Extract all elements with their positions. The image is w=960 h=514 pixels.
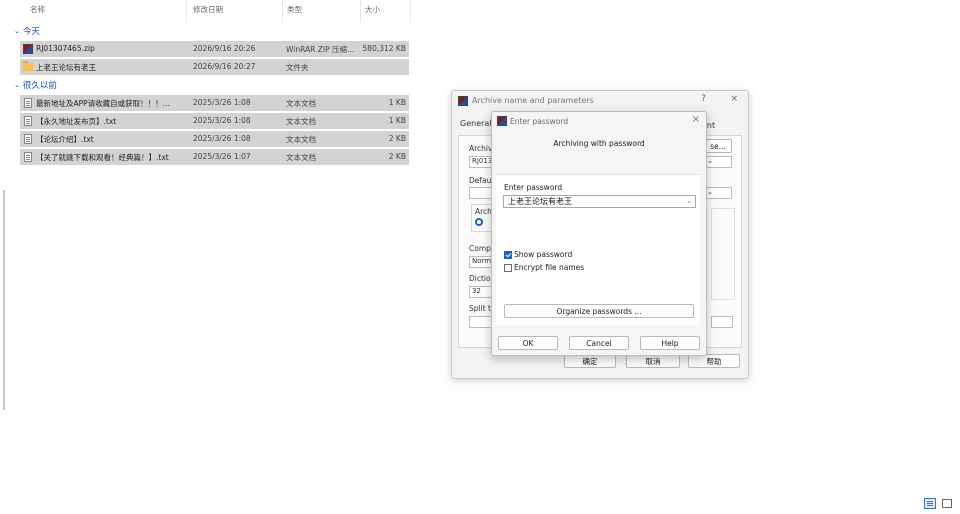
file-name: 最新地址及APP请收藏自或获取！！！... bbox=[36, 99, 170, 108]
tiles-view-icon[interactable] bbox=[942, 499, 952, 508]
winrar-app-icon bbox=[497, 116, 507, 126]
file-name: 上老王论坛有老王 bbox=[36, 63, 96, 72]
file-row-txt[interactable]: 最新地址及APP请收藏自或获取！！！... 2025/3/26 1:08 文本文… bbox=[20, 95, 409, 111]
password-value: 上老王论坛有老王 bbox=[508, 197, 572, 206]
group-label: 今天 bbox=[22, 27, 40, 37]
column-header-name[interactable]: 名称 bbox=[30, 4, 45, 18]
file-size: 2 KB bbox=[388, 152, 406, 161]
left-scrollbar[interactable] bbox=[3, 190, 5, 410]
file-type: 文件夹 bbox=[286, 63, 309, 72]
dialog-title: Archive name and parameters bbox=[472, 96, 594, 105]
file-row-txt[interactable]: 【论坛介绍】.txt 2025/3/26 1:08 文本文档 2 KB bbox=[20, 131, 409, 147]
tab-general[interactable]: General bbox=[460, 119, 492, 128]
file-date: 2026/9/16 20:26 bbox=[193, 44, 256, 53]
checkbox-label: Show password bbox=[514, 250, 573, 259]
column-header-type[interactable]: 类型 bbox=[287, 4, 302, 18]
file-date: 2025/3/26 1:07 bbox=[193, 152, 251, 161]
checkbox-unchecked-icon[interactable] bbox=[504, 263, 512, 272]
password-label: Enter password bbox=[504, 183, 563, 192]
encrypt-file-names-checkbox[interactable]: Encrypt file names bbox=[504, 263, 584, 272]
group-header-today[interactable]: ⌄ 今天 bbox=[14, 24, 40, 38]
password-input[interactable]: 上老王论坛有老王 ⌄ bbox=[503, 195, 696, 208]
chevron-down-icon: ⌄ bbox=[14, 81, 20, 89]
checkbox-label: Encrypt file names bbox=[514, 263, 585, 272]
help-button-cn[interactable]: 帮助 bbox=[688, 354, 740, 368]
close-icon[interactable]: × bbox=[692, 114, 700, 125]
file-size: 580,312 KB bbox=[362, 44, 406, 53]
file-date: 2025/3/26 1:08 bbox=[193, 98, 251, 107]
text-file-icon bbox=[24, 98, 32, 108]
file-name: 【关了就跳下载和观看！经典篇！】.txt bbox=[36, 153, 169, 162]
file-row-folder[interactable]: 上老王论坛有老王 2026/9/16 20:27 文件夹 bbox=[20, 59, 409, 75]
checkbox-checked-icon[interactable] bbox=[504, 250, 512, 259]
column-header-date[interactable]: 修改日期 bbox=[193, 4, 223, 18]
file-row-zip[interactable]: RJ01307465.zip 2026/9/16 20:26 WinRAR ZI… bbox=[20, 41, 409, 57]
chevron-down-icon: ⌄ bbox=[14, 27, 20, 35]
column-divider bbox=[282, 0, 283, 22]
file-name: 【论坛介绍】.txt bbox=[36, 135, 94, 144]
chevron-down-icon[interactable]: ⌄ bbox=[686, 196, 692, 207]
details-view-icon[interactable] bbox=[924, 498, 936, 509]
file-name: 【永久地址发布页】.txt bbox=[36, 117, 117, 126]
file-date: 2025/3/26 1:08 bbox=[193, 116, 251, 125]
organize-passwords-button[interactable]: Organize passwords ... bbox=[504, 304, 694, 318]
cancel-button-cn[interactable]: 取消 bbox=[626, 354, 680, 368]
file-row-txt[interactable]: 【关了就跳下载和观看！经典篇！】.txt 2025/3/26 1:07 文本文档… bbox=[20, 149, 409, 165]
text-file-icon bbox=[24, 116, 32, 126]
browse-button[interactable]: se... bbox=[704, 139, 732, 153]
format-radio[interactable] bbox=[475, 218, 483, 226]
group-label: 很久以前 bbox=[22, 81, 57, 91]
column-divider bbox=[410, 0, 411, 22]
archive-name-dropdown[interactable]: ⌄ bbox=[704, 156, 732, 168]
file-date: 2026/9/16 20:27 bbox=[193, 62, 256, 71]
column-header-size[interactable]: 大小 bbox=[365, 4, 380, 18]
file-row-txt[interactable]: 【永久地址发布页】.txt 2025/3/26 1:08 文本文档 1 KB bbox=[20, 113, 409, 129]
file-name: RJ01307465.zip bbox=[36, 44, 95, 53]
enter-password-dialog: Enter password × Archiving with password… bbox=[491, 111, 707, 356]
ok-button-cn[interactable]: 确定 bbox=[564, 354, 616, 368]
rar-archive-icon bbox=[23, 44, 33, 54]
file-date: 2025/3/26 1:08 bbox=[193, 134, 251, 143]
column-divider bbox=[360, 0, 361, 22]
file-size: 1 KB bbox=[388, 116, 406, 125]
group-header-long-ago[interactable]: ⌄ 很久以前 bbox=[14, 78, 57, 92]
help-icon[interactable]: ? bbox=[701, 94, 706, 104]
ok-button[interactable]: OK bbox=[498, 336, 558, 350]
column-divider bbox=[186, 0, 187, 22]
file-size: 2 KB bbox=[388, 134, 406, 143]
sort-chevron-icon: ⌃ bbox=[232, 0, 238, 5]
update-mode-dropdown[interactable]: ⌄ bbox=[704, 187, 732, 199]
show-password-checkbox[interactable]: Show password bbox=[504, 250, 572, 259]
help-button[interactable]: Help bbox=[640, 336, 700, 350]
dialog-title: Enter password bbox=[510, 117, 569, 126]
winrar-app-icon bbox=[458, 96, 468, 106]
close-icon[interactable]: × bbox=[730, 94, 738, 104]
text-file-icon bbox=[24, 152, 32, 162]
options-group bbox=[711, 208, 735, 300]
text-file-icon bbox=[24, 134, 32, 144]
dialog-heading: Archiving with password bbox=[553, 139, 645, 148]
folder-icon bbox=[23, 61, 33, 71]
file-size: 1 KB bbox=[388, 98, 406, 107]
cancel-button[interactable]: Cancel bbox=[569, 336, 629, 350]
extra-field[interactable] bbox=[711, 316, 733, 328]
